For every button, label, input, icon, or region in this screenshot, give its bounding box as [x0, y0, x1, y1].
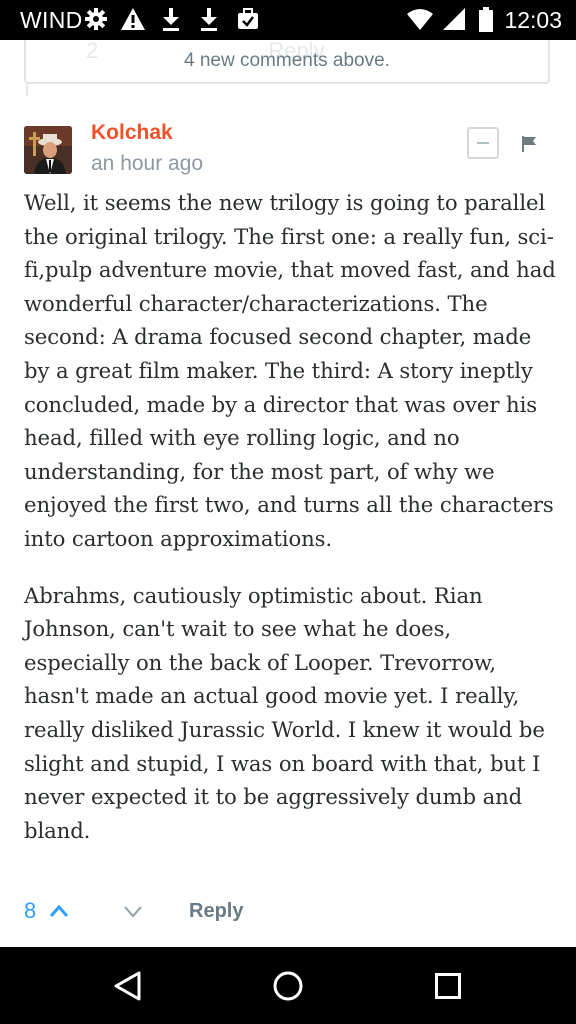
recents-button[interactable] — [408, 947, 488, 1024]
clock: 12:03 — [504, 7, 562, 33]
new-comments-text[interactable]: 4 new comments above. — [26, 50, 548, 72]
avatar-image — [24, 126, 72, 174]
flag-icon[interactable] — [521, 136, 537, 152]
home-icon — [273, 971, 303, 1000]
comment-paragraph: Abrahms, cautiously optimistic about. Ri… — [24, 582, 545, 843]
avatar[interactable] — [24, 126, 72, 174]
status-bar: WIND 12:03 — [0, 0, 576, 40]
author-name[interactable]: Kolchak — [91, 121, 173, 145]
navigation-bar — [0, 947, 576, 1024]
collapse-button[interactable] — [467, 127, 499, 159]
download-icon — [201, 8, 217, 31]
upvote-icon[interactable] — [49, 904, 69, 918]
downvote-icon[interactable] — [123, 904, 143, 918]
comment-body: Well, it seems the new trilogy is going … — [24, 186, 556, 870]
comment-paragraph: Well, it seems the new trilogy is going … — [24, 190, 556, 551]
back-button[interactable] — [88, 947, 168, 1024]
wifi-icon — [407, 9, 433, 30]
signal-icon — [443, 8, 465, 30]
minus-icon — [477, 142, 489, 144]
carrier-label: WIND — [20, 7, 83, 33]
home-button[interactable] — [248, 947, 328, 1024]
download-icon — [163, 8, 179, 31]
briefcase-check-icon — [238, 8, 258, 29]
vote-count: 8 — [24, 898, 37, 923]
reply-button[interactable]: Reply — [189, 900, 243, 923]
recents-icon — [435, 972, 461, 999]
battery-icon — [479, 7, 493, 32]
settings-icon — [85, 8, 107, 30]
alert-icon — [121, 8, 145, 30]
back-icon — [114, 971, 141, 1000]
comment-timestamp[interactable]: an hour ago — [91, 152, 203, 176]
